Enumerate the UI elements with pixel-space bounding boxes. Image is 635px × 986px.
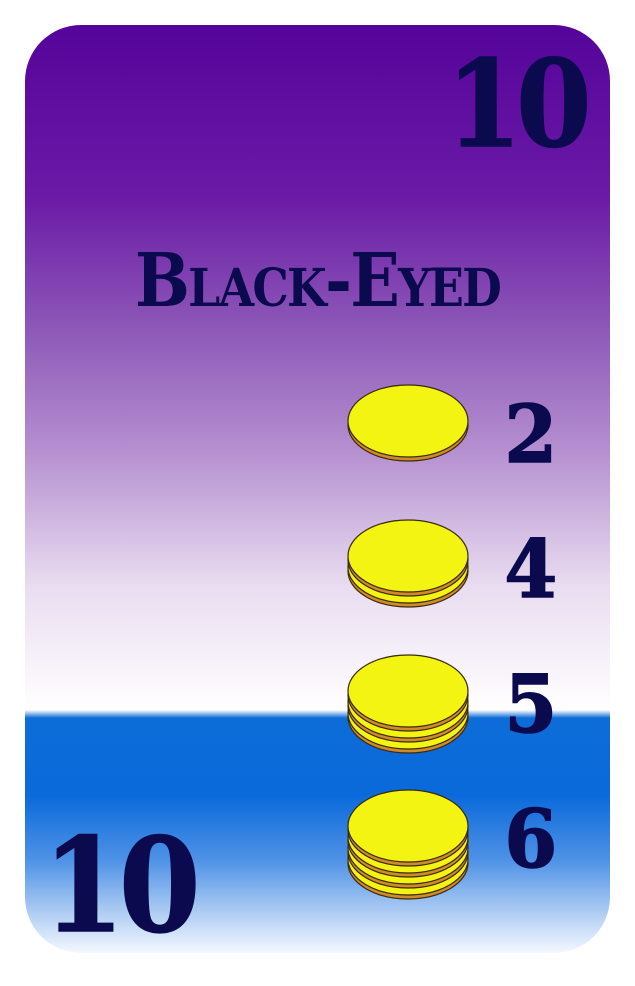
card-title: Black-Eyed — [134, 238, 502, 324]
coin-icon — [347, 654, 469, 732]
coin-stack — [347, 384, 469, 462]
rank-top: 10 — [446, 34, 592, 175]
bean-value-label: 4 — [504, 522, 558, 616]
bean-value-row: 2 — [25, 380, 610, 490]
rank-bottom: 10 — [42, 809, 201, 953]
coin-stack — [347, 789, 469, 900]
bean-value-label: 2 — [504, 387, 558, 481]
coin-stack — [347, 519, 469, 608]
bean-value-row: 4 — [25, 515, 610, 625]
bean-value-row: 5 — [25, 650, 610, 760]
coin-stack — [347, 654, 469, 754]
bean-value-label: 6 — [504, 792, 558, 886]
coin-icon — [347, 519, 469, 597]
bean-card[interactable]: 10 Black-Eyed 2 4 5 6 10 — [25, 25, 610, 953]
coin-icon — [347, 789, 469, 867]
coin-icon — [347, 384, 469, 462]
bean-value-label: 5 — [504, 657, 558, 751]
